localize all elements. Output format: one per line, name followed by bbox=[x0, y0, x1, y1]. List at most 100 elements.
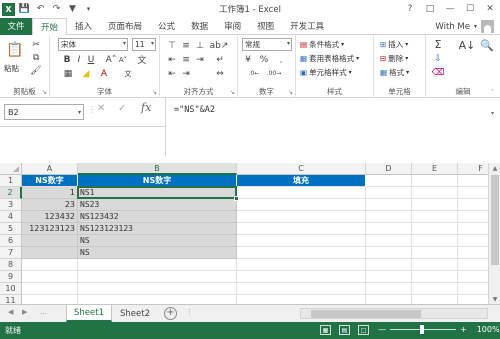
cell-b10[interactable] bbox=[78, 283, 237, 295]
format-cells-button[interactable]: ▦ 格式 ▾ bbox=[380, 67, 409, 78]
worksheet-grid[interactable]: A B C D E F 1 NS数字 NS数字 填充 2 1 NS1 3 23 NS23 4 123432 NS12… bbox=[0, 163, 488, 304]
cell-d10[interactable] bbox=[366, 283, 412, 295]
cell-f5[interactable] bbox=[458, 223, 488, 235]
cell-e6[interactable] bbox=[412, 235, 458, 247]
cell-e1[interactable] bbox=[412, 175, 458, 187]
cell-b11[interactable] bbox=[78, 295, 237, 304]
copy-icon[interactable]: ⧉ bbox=[30, 52, 42, 63]
name-box[interactable]: B2 ▾ bbox=[4, 104, 84, 120]
wen-icon[interactable]: 文 bbox=[120, 68, 136, 79]
cell-a1[interactable]: NS数字 bbox=[22, 175, 78, 187]
launcher-icon[interactable]: ↘ bbox=[288, 89, 293, 96]
collapse-ribbon-icon[interactable]: ˄ bbox=[491, 89, 494, 96]
cell-e11[interactable] bbox=[412, 295, 458, 304]
cell-f6[interactable] bbox=[458, 235, 488, 247]
row-header-11[interactable]: 11 bbox=[0, 295, 22, 304]
redo-icon[interactable]: ↷ bbox=[50, 3, 63, 16]
ribbon-display-button[interactable]: □ bbox=[420, 0, 440, 18]
cell-f3[interactable] bbox=[458, 199, 488, 211]
align-top-icon[interactable]: ⊤ bbox=[166, 40, 178, 51]
cell-c10[interactable] bbox=[237, 283, 366, 295]
italic-button[interactable]: I bbox=[74, 54, 84, 65]
align-bottom-icon[interactable]: ⊥ bbox=[194, 40, 206, 51]
sheet-tab-sheet1[interactable]: Sheet1 bbox=[66, 305, 112, 322]
row-header-6[interactable]: 6 bbox=[0, 235, 22, 247]
cell-f1[interactable] bbox=[458, 175, 488, 187]
cell-a3[interactable]: 23 bbox=[22, 199, 78, 211]
column-header-f[interactable]: F bbox=[458, 163, 488, 175]
autosum-icon[interactable]: Σ bbox=[432, 38, 444, 51]
paste-icon[interactable]: 📋 bbox=[6, 39, 24, 61]
cell-f2[interactable] bbox=[458, 187, 488, 199]
next-sheet-icon[interactable]: ▶ bbox=[22, 308, 27, 316]
cell-f10[interactable] bbox=[458, 283, 488, 295]
cell-d9[interactable] bbox=[366, 271, 412, 283]
cell-c11[interactable] bbox=[237, 295, 366, 304]
cell-d5[interactable] bbox=[366, 223, 412, 235]
column-header-a[interactable]: A bbox=[22, 163, 78, 175]
merge-center-icon[interactable]: ⇔ bbox=[214, 68, 226, 79]
new-sheet-button[interactable]: + bbox=[164, 307, 177, 320]
cell-c5[interactable] bbox=[237, 223, 366, 235]
increase-decimal-icon[interactable]: .0← bbox=[246, 68, 262, 79]
cell-f9[interactable] bbox=[458, 271, 488, 283]
row-header-4[interactable]: 4 bbox=[0, 211, 22, 223]
wrap-text-icon[interactable]: ↵ bbox=[214, 54, 226, 65]
cell-a2[interactable]: 1 bbox=[22, 187, 78, 199]
cell-b1[interactable]: NS数字 bbox=[78, 175, 237, 187]
zoom-in-icon[interactable]: + bbox=[460, 325, 467, 334]
format-as-table-button[interactable]: ▦ 套用表格格式 ▾ bbox=[300, 53, 359, 64]
cell-styles-button[interactable]: ▣ 单元格样式 ▾ bbox=[300, 67, 352, 78]
currency-icon[interactable]: ¥ bbox=[242, 54, 254, 65]
grow-font-icon[interactable]: A˄ bbox=[106, 54, 117, 65]
cancel-icon[interactable]: ✕ bbox=[97, 103, 105, 114]
tab-review[interactable]: 审阅 bbox=[216, 18, 249, 35]
row-header-2[interactable]: 2 bbox=[0, 187, 22, 199]
cell-a5[interactable]: 123123123 bbox=[22, 223, 78, 235]
tab-developer[interactable]: 开发工具 bbox=[282, 18, 332, 35]
cell-b3[interactable]: NS23 bbox=[78, 199, 237, 211]
find-select-icon[interactable]: 🔍 bbox=[480, 38, 494, 52]
paste-label[interactable]: 粘贴 bbox=[4, 63, 19, 74]
delete-cells-button[interactable]: ⊟ 删除 ▾ bbox=[380, 53, 408, 64]
cell-c4[interactable] bbox=[237, 211, 366, 223]
column-header-e[interactable]: E bbox=[412, 163, 458, 175]
scroll-up-icon[interactable]: ▲ bbox=[489, 163, 500, 173]
normal-view-icon[interactable]: ▦ bbox=[320, 325, 331, 335]
undo-icon[interactable]: ↶ bbox=[34, 3, 47, 16]
insert-function-icon[interactable]: fx bbox=[141, 101, 151, 114]
font-color-icon[interactable]: A bbox=[98, 68, 110, 79]
align-left-icon[interactable]: ⇤ bbox=[166, 54, 178, 65]
cell-d6[interactable] bbox=[366, 235, 412, 247]
cell-b7[interactable]: NS bbox=[78, 247, 237, 259]
underline-button[interactable]: U bbox=[86, 54, 96, 65]
page-layout-view-icon[interactable]: ▤ bbox=[339, 325, 350, 335]
cell-d11[interactable] bbox=[366, 295, 412, 304]
sort-filter-icon[interactable]: A↓ bbox=[459, 38, 476, 52]
select-all-button[interactable] bbox=[0, 163, 22, 175]
comma-icon[interactable]: , bbox=[274, 54, 288, 65]
filter-icon[interactable]: ▼ bbox=[66, 3, 79, 16]
cell-e4[interactable] bbox=[412, 211, 458, 223]
cell-c6[interactable] bbox=[237, 235, 366, 247]
cell-e9[interactable] bbox=[412, 271, 458, 283]
cell-a11[interactable] bbox=[22, 295, 78, 304]
more-sheets-icon[interactable]: ⋮ bbox=[186, 308, 193, 316]
chevron-down-icon[interactable]: ▾ bbox=[78, 109, 81, 116]
row-header-7[interactable]: 7 bbox=[0, 247, 22, 259]
more-sheets-icon[interactable]: … bbox=[40, 308, 47, 316]
user-account[interactable]: With Me ▾ bbox=[435, 18, 494, 35]
help-button[interactable]: ? bbox=[400, 0, 420, 18]
zoom-level[interactable]: 100% bbox=[477, 325, 500, 334]
insert-cells-button[interactable]: ⊞ 插入 ▾ bbox=[380, 39, 408, 50]
cell-c3[interactable] bbox=[237, 199, 366, 211]
cell-a8[interactable] bbox=[22, 259, 78, 271]
border-icon[interactable]: ▦ bbox=[62, 68, 74, 79]
decrease-indent-icon[interactable]: ⇤ bbox=[166, 68, 178, 79]
cell-a4[interactable]: 123432 bbox=[22, 211, 78, 223]
row-header-10[interactable]: 10 bbox=[0, 283, 22, 295]
cell-f8[interactable] bbox=[458, 259, 488, 271]
tab-data[interactable]: 数据 bbox=[183, 18, 216, 35]
scroll-thumb[interactable] bbox=[311, 310, 421, 318]
avatar[interactable] bbox=[481, 20, 494, 33]
